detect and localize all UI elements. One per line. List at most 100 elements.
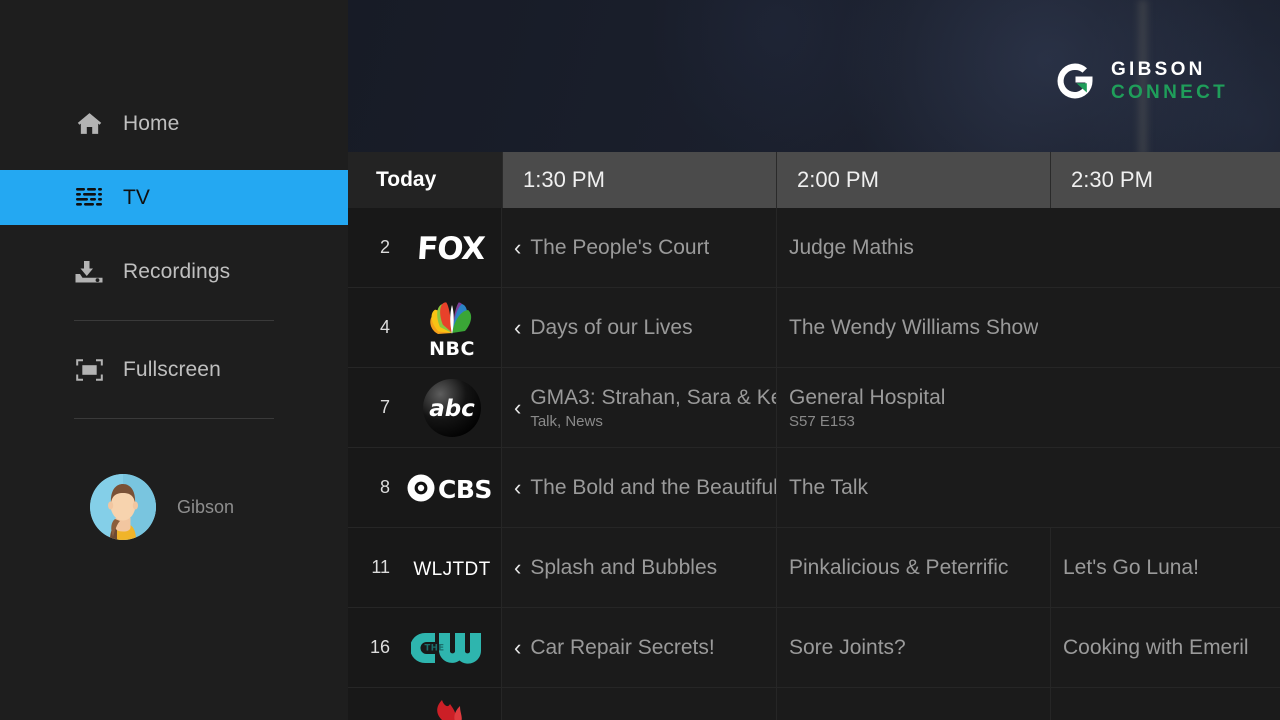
sidebar-item-home-label: Home (123, 111, 180, 135)
program-cell[interactable]: Cooking with Emeril (1050, 608, 1280, 687)
time-slot-0[interactable]: 1:30 PM (502, 152, 776, 208)
channel-cell[interactable]: 11 WLJTDT (348, 528, 502, 607)
nav-spacer-5 (0, 397, 348, 418)
channel-cell[interactable]: 8 CBS (348, 448, 502, 527)
chevron-left-icon: ‹ (514, 554, 522, 580)
guide-row: 4 NBC ‹ Days of our Lives The Wendy William… (348, 288, 1280, 368)
flame-logo (436, 700, 462, 720)
program-cell[interactable]: The Talk (776, 448, 1280, 527)
program-cells: ‹ Car Repair Secrets! Sore Joints? Cooking … (502, 608, 1280, 687)
channel-cell[interactable]: 7 abc (348, 368, 502, 447)
program-cell[interactable]: The Wendy Williams Show (776, 288, 1280, 367)
sidebar-item-home[interactable]: Home (0, 96, 348, 151)
nav-divider-2 (74, 418, 274, 419)
program-cell[interactable] (776, 688, 1050, 720)
program-cell[interactable]: ‹ Days of our Lives (502, 288, 776, 367)
brand-line-1: GIBSON (1110, 59, 1206, 80)
time-slot-2[interactable]: 2:30 PM (1050, 152, 1280, 208)
program-cell[interactable]: Pinkalicious & Peterrific (776, 528, 1050, 607)
user-name: Gibson (177, 496, 235, 517)
guide-row: 2 FOX ‹ The People's Court Judge Mathis (348, 208, 1280, 288)
abc-logo: abc (422, 378, 481, 437)
program-text: Cooking with Emeril (1063, 636, 1249, 660)
channel-number: 4 (379, 317, 390, 337)
channel-logo: NBC (402, 288, 501, 367)
program-cell[interactable]: Sore Joints? (776, 608, 1050, 687)
svg-text:abc: abc (429, 396, 475, 422)
guide-icon (74, 183, 104, 213)
chevron-left-icon: ‹ (514, 234, 522, 260)
program-cell[interactable]: ‹ GMA3: Strahan, Sara & Keke Talk, News (502, 368, 776, 447)
channel-cell[interactable]: 2 FOX (348, 208, 502, 287)
program-title: The People's Court (530, 235, 710, 259)
program-title: Pinkalicious & Peterrific (789, 555, 1009, 579)
svg-text:NBC: NBC (429, 338, 475, 359)
brand-line-2: CONNECT (1110, 82, 1228, 103)
program-title: General Hospital (789, 385, 946, 409)
program-cell[interactable]: Let's Go Luna! (1050, 528, 1280, 607)
program-cell[interactable]: Judge Mathis (776, 208, 1280, 287)
nav-spacer-2 (0, 225, 348, 244)
program-text: Splash and Bubbles (530, 556, 717, 580)
program-text: Sore Joints? (789, 636, 906, 660)
sidebar-item-tv[interactable]: TV (0, 170, 348, 225)
channel-cell[interactable] (348, 688, 502, 720)
day-label[interactable]: Today (348, 152, 502, 208)
svg-text:FOX: FOX (415, 231, 486, 265)
program-text: General Hospital S57 E153 (789, 386, 945, 430)
program-text: GMA3: Strahan, Sara & Keke Talk, News (530, 386, 776, 430)
guide-rows: 2 FOX ‹ The People's Court Judge Mathis 4 NB… (348, 208, 1280, 720)
channel-logo: CBS (402, 448, 501, 527)
program-title: Car Repair Secrets! (530, 635, 715, 659)
program-text: Let's Go Luna! (1063, 556, 1199, 580)
channel-number: 2 (379, 237, 390, 257)
program-cell[interactable] (502, 688, 776, 720)
user-profile[interactable]: Gibson (90, 474, 234, 540)
chevron-left-icon: ‹ (514, 474, 522, 500)
svg-text:WLJTDT: WLJTDT (413, 559, 490, 580)
program-guide: Today 1:30 PM 2:00 PM 2:30 PM 2 FOX ‹ The … (348, 152, 1280, 720)
program-text: Days of our Lives (530, 316, 692, 340)
svg-text:CBS: CBS (438, 475, 492, 503)
program-cell[interactable] (1050, 688, 1280, 720)
brand-logo: GIBSON CONNECT (1055, 60, 1228, 102)
program-cell[interactable]: General Hospital S57 E153 (776, 368, 1280, 447)
program-cell[interactable]: ‹ The People's Court (502, 208, 776, 287)
program-cells (502, 688, 1280, 720)
nav-spacer-4 (0, 321, 348, 342)
tv-guide-app: GIBSON CONNECT Home TV Recordings Fullsc… (0, 0, 1280, 720)
sidebar-item-fullscreen[interactable]: Fullscreen (0, 342, 348, 397)
program-title: Splash and Bubbles (530, 555, 718, 579)
program-text: Car Repair Secrets! (530, 636, 714, 660)
time-slot-1[interactable]: 2:00 PM (776, 152, 1050, 208)
program-title: Judge Mathis (789, 235, 914, 259)
guide-row: 8 CBS ‹ The Bold and the Beautiful The Talk (348, 448, 1280, 528)
cbs-logo: CBS (407, 474, 492, 503)
program-title: The Talk (789, 475, 868, 499)
sidebar-item-tv-label: TV (123, 185, 151, 209)
sidebar-item-recordings[interactable]: Recordings (0, 244, 348, 299)
channel-logo: THE (402, 608, 501, 687)
program-cell[interactable]: ‹ Splash and Bubbles (502, 528, 776, 607)
guide-row: 11 WLJTDT ‹ Splash and Bubbles Pinkalicious… (348, 528, 1280, 608)
program-text: Judge Mathis (789, 236, 914, 260)
program-title: Days of our Lives (530, 315, 693, 339)
program-cell[interactable]: ‹ Car Repair Secrets! (502, 608, 776, 687)
program-title: The Wendy Williams Show (789, 315, 1039, 339)
chevron-left-icon: ‹ (514, 634, 522, 660)
program-cell[interactable]: ‹ The Bold and the Beautiful (502, 448, 776, 527)
wljtdt-text-logo: WLJTDT (413, 559, 490, 580)
channel-cell[interactable]: 4 NBC (348, 288, 502, 367)
program-text: The Talk (789, 476, 868, 500)
channel-number: 16 (369, 637, 390, 657)
channel-number: 8 (379, 477, 390, 497)
program-text: The Bold and the Beautiful (530, 476, 776, 500)
program-title: Let's Go Luna! (1063, 555, 1199, 579)
channel-cell[interactable]: 16 THE (348, 608, 502, 687)
nav-spacer-1 (0, 151, 348, 170)
program-cells: ‹ The Bold and the Beautiful The Talk (502, 448, 1280, 527)
channel-number: 11 (371, 557, 390, 577)
channel-logo: WLJTDT (402, 528, 502, 607)
cw-logo: THE (410, 632, 481, 664)
program-title: GMA3: Strahan, Sara & Keke (530, 385, 776, 409)
